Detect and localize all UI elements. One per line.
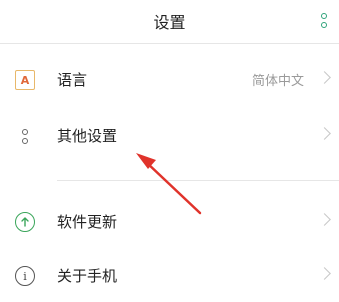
- language-icon: A: [15, 70, 35, 90]
- settings-item-label: 软件更新: [57, 213, 118, 231]
- other-settings-icon: [15, 126, 35, 146]
- settings-item-label: 其他设置: [57, 127, 118, 145]
- settings-item-update[interactable]: 软件更新: [0, 196, 339, 248]
- update-icon: [15, 212, 35, 232]
- page-title: 设置: [153, 13, 186, 32]
- chevron-right-icon: [318, 213, 331, 226]
- chevron-right-icon: [318, 71, 331, 84]
- header-bar: 设置: [0, 0, 339, 42]
- settings-item-other[interactable]: 其他设置: [0, 110, 339, 162]
- settings-item-language[interactable]: A 语言 简体中文: [0, 54, 339, 106]
- settings-item-label: 关于手机: [57, 267, 118, 285]
- section-divider: [57, 180, 339, 181]
- chevron-right-icon: [318, 267, 331, 280]
- settings-item-about[interactable]: i 关于手机: [0, 250, 339, 302]
- info-icon: i: [15, 266, 35, 286]
- header-divider: [0, 43, 339, 44]
- more-vertical-icon[interactable]: [313, 6, 335, 34]
- settings-item-label: 语言: [57, 71, 88, 89]
- settings-item-value: 简体中文: [251, 74, 304, 89]
- chevron-right-icon: [318, 127, 331, 140]
